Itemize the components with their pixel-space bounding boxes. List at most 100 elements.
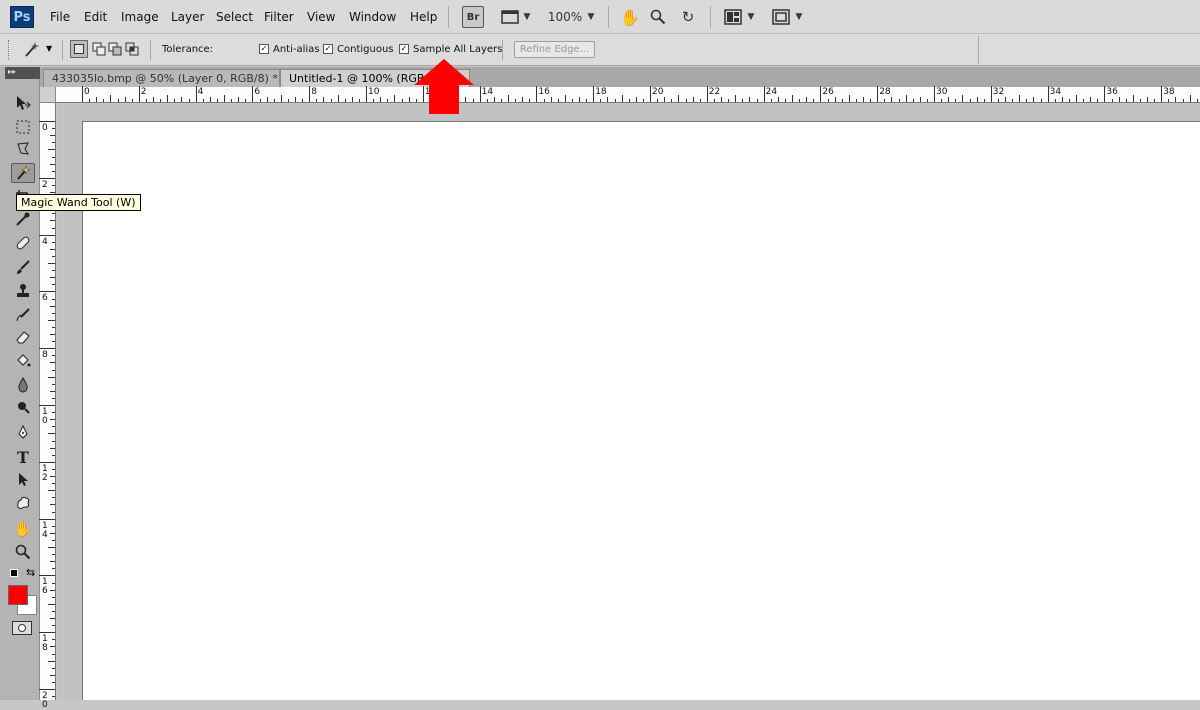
path-selection-tool-icon[interactable] — [11, 469, 35, 489]
menu-edit[interactable]: Edit — [84, 10, 107, 24]
ruler-tick — [792, 95, 793, 102]
tool-preset-icon[interactable] — [20, 40, 42, 60]
sample-all-layers-label: Sample All Layers — [413, 44, 503, 55]
arrange-documents-icon[interactable] — [722, 6, 744, 28]
ruler-label: 16 — [538, 87, 550, 97]
options-grip[interactable] — [8, 40, 12, 60]
ruler-tick — [280, 95, 282, 102]
ruler-label: 22 — [708, 87, 721, 97]
new-selection-icon[interactable] — [70, 40, 88, 58]
ruler-tick — [50, 248, 55, 250]
ruler-tick — [82, 86, 83, 102]
bridge-icon[interactable]: Br — [462, 6, 484, 28]
hand-tool-icon[interactable]: ✋ — [11, 519, 35, 539]
chevron-down-icon[interactable]: ▼ — [746, 6, 756, 28]
ruler-tick — [48, 547, 55, 548]
vertical-ruler[interactable]: 02468101214161820 — [39, 103, 56, 710]
ruler-tick — [763, 86, 765, 102]
chevron-down-icon[interactable]: ▼ — [794, 6, 804, 28]
ruler-tick — [955, 99, 957, 102]
marquee-tool-icon[interactable] — [11, 117, 35, 137]
ruler-tick — [351, 97, 353, 102]
move-tool-icon[interactable] — [11, 93, 35, 113]
ruler-tick — [699, 99, 701, 102]
ruler-tick — [39, 121, 55, 122]
document-canvas[interactable] — [82, 121, 1200, 700]
ruler-tick — [174, 99, 176, 102]
ruler-tick — [983, 99, 985, 102]
ruler-tick — [529, 99, 531, 102]
menu-view[interactable]: View — [307, 10, 335, 24]
menu-window[interactable]: Window — [349, 10, 396, 24]
ruler-tick — [39, 348, 55, 350]
ruler-tick — [131, 99, 133, 102]
type-tool-icon[interactable]: T — [11, 447, 35, 467]
options-separator — [978, 36, 979, 64]
contiguous-checkbox[interactable]: ✓ — [323, 44, 333, 54]
foreground-color-swatch[interactable] — [8, 585, 28, 605]
ruler-tick — [678, 95, 680, 102]
history-brush-tool-icon[interactable] — [11, 305, 35, 325]
menu-help[interactable]: Help — [410, 10, 437, 24]
screen-mode-icon[interactable] — [770, 6, 792, 28]
ruler-tick — [515, 99, 517, 102]
magic-wand-tool-icon[interactable] — [11, 163, 35, 183]
blur-tool-icon[interactable] — [11, 375, 35, 395]
ruler-tick — [52, 298, 55, 300]
pen-tool-icon[interactable] — [11, 423, 35, 443]
zoom-tool-icon[interactable] — [11, 542, 35, 562]
panel-collapse-icon[interactable]: ▸▸ — [5, 67, 40, 79]
horizontal-ruler[interactable]: 02468101214161820222426283032343638 — [56, 86, 1200, 103]
ruler-tick — [52, 255, 55, 257]
menu-layer[interactable]: Layer — [171, 10, 204, 24]
ruler-tick — [48, 263, 55, 264]
lasso-tool-icon[interactable] — [11, 139, 35, 159]
refine-edge-button[interactable]: Refine Edge... — [514, 41, 595, 58]
ruler-label: 28 — [879, 87, 891, 97]
zoom-level[interactable]: 100% — [548, 6, 582, 28]
swap-colors-icon[interactable]: ⇆ — [26, 566, 35, 579]
ruler-tick — [245, 99, 247, 102]
ruler-tick — [1104, 86, 1106, 102]
ruler-tick — [160, 99, 162, 102]
ruler-tick — [827, 99, 829, 102]
ruler-tick — [1026, 99, 1028, 102]
photoshop-logo: Ps — [10, 6, 34, 28]
ruler-tick — [50, 532, 55, 534]
chevron-down-icon[interactable]: ▼ — [46, 44, 52, 53]
brush-tool-icon[interactable] — [11, 257, 35, 277]
healing-brush-tool-icon[interactable] — [11, 233, 35, 253]
ruler-tick — [337, 95, 339, 102]
film-strip-icon[interactable] — [500, 6, 520, 28]
menu-file[interactable]: File — [50, 10, 70, 24]
ruler-tick — [1168, 99, 1170, 102]
ruler-tick — [721, 97, 722, 102]
ruler-tick — [1175, 97, 1177, 102]
subtract-from-selection-icon[interactable] — [106, 40, 124, 58]
ruler-origin[interactable] — [40, 87, 56, 103]
menu-filter[interactable]: Filter — [264, 10, 294, 24]
chevron-down-icon[interactable]: ▼ — [522, 6, 532, 28]
tab-433035lo[interactable]: 433035lo.bmp @ 50% (Layer 0, RGB/8) * ✕ — [43, 69, 297, 87]
ruler-tick — [330, 99, 332, 102]
custom-shape-tool-icon[interactable] — [11, 493, 35, 513]
default-colors-icon[interactable] — [10, 569, 18, 577]
hand-icon[interactable]: ✋ — [620, 6, 640, 28]
ruler-tick — [52, 369, 55, 371]
paint-bucket-tool-icon[interactable] — [11, 351, 35, 371]
eyedropper-tool-icon[interactable] — [11, 209, 35, 229]
eraser-tool-icon[interactable] — [11, 327, 35, 347]
ruler-tick — [401, 99, 403, 102]
options-separator — [62, 40, 63, 60]
sample-all-layers-checkbox[interactable]: ✓ — [399, 44, 409, 54]
anti-alias-checkbox[interactable]: ✓ — [259, 44, 269, 54]
menu-image[interactable]: Image — [121, 10, 159, 24]
clone-stamp-tool-icon[interactable] — [11, 281, 35, 301]
intersect-selection-icon[interactable] — [123, 40, 141, 58]
menu-select[interactable]: Select — [216, 10, 253, 24]
chevron-down-icon[interactable]: ▼ — [586, 6, 596, 28]
zoom-icon[interactable] — [648, 6, 668, 28]
rotate-view-icon[interactable]: ↻ — [678, 6, 698, 28]
quick-mask-icon[interactable] — [12, 621, 32, 635]
dodge-tool-icon[interactable] — [11, 397, 35, 417]
